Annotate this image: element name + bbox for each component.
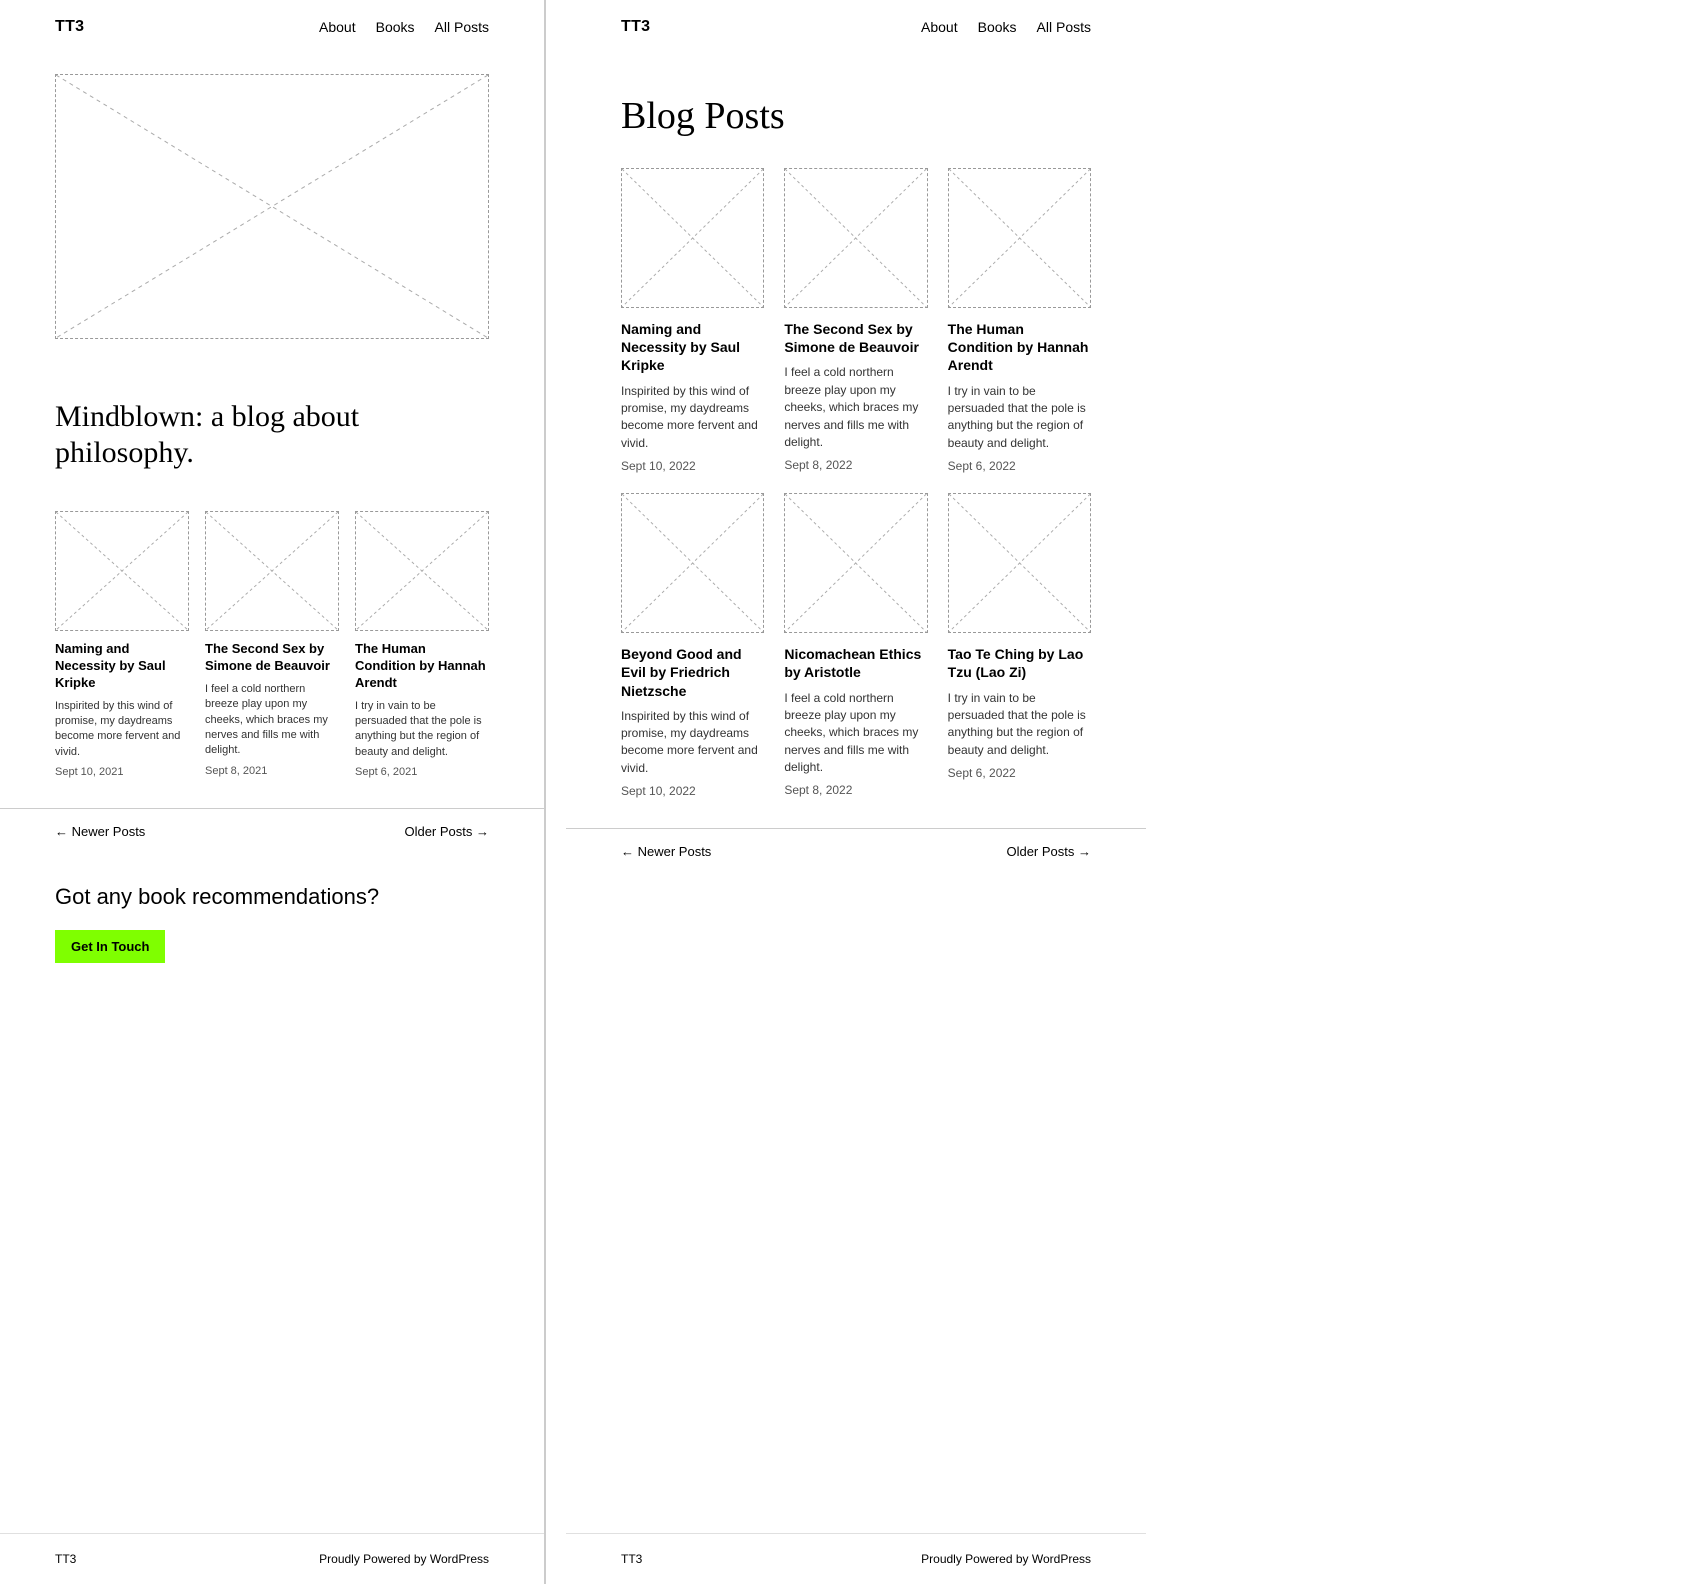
- left-nav: TT3 About Books All Posts: [0, 0, 544, 54]
- right-post-excerpt-5: I feel a cold northern breeze play upon …: [784, 690, 927, 777]
- right-post-title-3: The Human Condition by Hannah Arendt: [948, 320, 1091, 375]
- hero-title: Mindblown: a blog about philosophy.: [0, 359, 544, 501]
- left-cta-button[interactable]: Get In Touch: [55, 930, 165, 963]
- left-footer-logo: TT3: [55, 1552, 76, 1566]
- right-panel: TT3 About Books All Posts Blog Posts: [566, 0, 1146, 1584]
- right-post-date-2: Sept 8, 2022: [784, 458, 927, 472]
- left-logo: TT3: [55, 18, 84, 36]
- right-post-card-2: The Second Sex by Simone de Beauvoir I f…: [784, 168, 927, 473]
- right-post-title-1: Naming and Necessity by Saul Kripke: [621, 320, 764, 375]
- right-post-image-3: [948, 168, 1091, 308]
- left-cta-section: Got any book recommendations? Get In Tou…: [0, 854, 544, 983]
- left-post-excerpt-1: Inspirited by this wind of promise, my d…: [55, 699, 189, 761]
- left-post-excerpt-3: I try in vain to be persuaded that the p…: [355, 699, 489, 761]
- right-post-image-2: [784, 168, 927, 308]
- right-newer-posts[interactable]: ← Newer Posts: [621, 844, 711, 859]
- right-post-card-1: Naming and Necessity by Saul Kripke Insp…: [621, 168, 764, 473]
- right-post-date-6: Sept 6, 2022: [948, 766, 1091, 780]
- left-newer-posts[interactable]: ← Newer Posts: [55, 824, 145, 839]
- left-post-image-3: [355, 511, 489, 631]
- right-post-title-4: Beyond Good and Evil by Friedrich Nietzs…: [621, 645, 764, 700]
- right-pagination: ← Newer Posts Older Posts →: [566, 828, 1146, 874]
- right-footer-logo: TT3: [621, 1552, 642, 1566]
- left-post-date-3: Sept 6, 2021: [355, 766, 489, 778]
- right-post-card-4: Beyond Good and Evil by Friedrich Nietzs…: [621, 493, 764, 798]
- right-post-date-1: Sept 10, 2022: [621, 459, 764, 473]
- right-footer: TT3 Proudly Powered by WordPress: [566, 1533, 1146, 1584]
- right-nav-allposts[interactable]: All Posts: [1037, 19, 1091, 35]
- right-blog-grid: Naming and Necessity by Saul Kripke Insp…: [566, 168, 1146, 818]
- left-post-image-2: [205, 511, 339, 631]
- right-post-image-6: [948, 493, 1091, 633]
- left-footer: TT3 Proudly Powered by WordPress: [0, 1533, 544, 1584]
- right-post-title-6: Tao Te Ching by Lao Tzu (Lao Zi): [948, 645, 1091, 681]
- right-post-card-5: Nicomachean Ethics by Aristotle I feel a…: [784, 493, 927, 798]
- right-nav: TT3 About Books All Posts: [566, 0, 1146, 54]
- left-post-date-2: Sept 8, 2021: [205, 765, 339, 777]
- left-post-date-1: Sept 10, 2021: [55, 766, 189, 778]
- left-post-card-2: The Second Sex by Simone de Beauvoir I f…: [205, 511, 339, 778]
- right-post-image-1: [621, 168, 764, 308]
- left-footer-powered: Proudly Powered by WordPress: [319, 1552, 489, 1566]
- left-post-title-1: Naming and Necessity by Saul Kripke: [55, 641, 189, 692]
- right-post-date-4: Sept 10, 2022: [621, 784, 764, 798]
- right-post-date-3: Sept 6, 2022: [948, 459, 1091, 473]
- left-nav-books[interactable]: Books: [376, 19, 415, 35]
- left-panel: TT3 About Books All Posts Mindblown: a b…: [0, 0, 545, 1584]
- right-post-image-4: [621, 493, 764, 633]
- right-post-date-5: Sept 8, 2022: [784, 783, 927, 797]
- hero-image-placeholder: [55, 74, 489, 339]
- right-post-excerpt-3: I try in vain to be persuaded that the p…: [948, 383, 1091, 453]
- right-post-excerpt-6: I try in vain to be persuaded that the p…: [948, 690, 1091, 760]
- right-footer-powered: Proudly Powered by WordPress: [921, 1552, 1091, 1566]
- panel-divider: [545, 0, 546, 1584]
- left-nav-allposts[interactable]: All Posts: [435, 19, 489, 35]
- right-post-card-6: Tao Te Ching by Lao Tzu (Lao Zi) I try i…: [948, 493, 1091, 798]
- left-cta-title: Got any book recommendations?: [55, 884, 489, 910]
- right-post-title-5: Nicomachean Ethics by Aristotle: [784, 645, 927, 681]
- right-post-image-5: [784, 493, 927, 633]
- right-post-card-3: The Human Condition by Hannah Arendt I t…: [948, 168, 1091, 473]
- left-post-title-3: The Human Condition by Hannah Arendt: [355, 641, 489, 692]
- right-post-excerpt-4: Inspirited by this wind of promise, my d…: [621, 708, 764, 778]
- left-post-excerpt-2: I feel a cold northern breeze play upon …: [205, 682, 339, 759]
- right-post-title-2: The Second Sex by Simone de Beauvoir: [784, 320, 927, 356]
- right-post-excerpt-1: Inspirited by this wind of promise, my d…: [621, 383, 764, 453]
- left-nav-about[interactable]: About: [319, 19, 356, 35]
- left-nav-links: About Books All Posts: [319, 19, 489, 35]
- right-nav-about[interactable]: About: [921, 19, 958, 35]
- left-post-card-1: Naming and Necessity by Saul Kripke Insp…: [55, 511, 189, 778]
- right-older-posts[interactable]: Older Posts →: [1006, 844, 1091, 859]
- right-logo: TT3: [621, 18, 650, 36]
- left-older-posts[interactable]: Older Posts →: [404, 824, 489, 839]
- left-post-card-3: The Human Condition by Hannah Arendt I t…: [355, 511, 489, 778]
- right-post-excerpt-2: I feel a cold northern breeze play upon …: [784, 364, 927, 451]
- right-nav-books[interactable]: Books: [978, 19, 1017, 35]
- left-posts-grid: Naming and Necessity by Saul Kripke Insp…: [0, 501, 544, 798]
- left-post-title-2: The Second Sex by Simone de Beauvoir: [205, 641, 339, 675]
- left-pagination: ← Newer Posts Older Posts →: [0, 808, 544, 854]
- right-page-title: Blog Posts: [566, 54, 1146, 168]
- left-post-image-1: [55, 511, 189, 631]
- right-nav-links: About Books All Posts: [921, 19, 1091, 35]
